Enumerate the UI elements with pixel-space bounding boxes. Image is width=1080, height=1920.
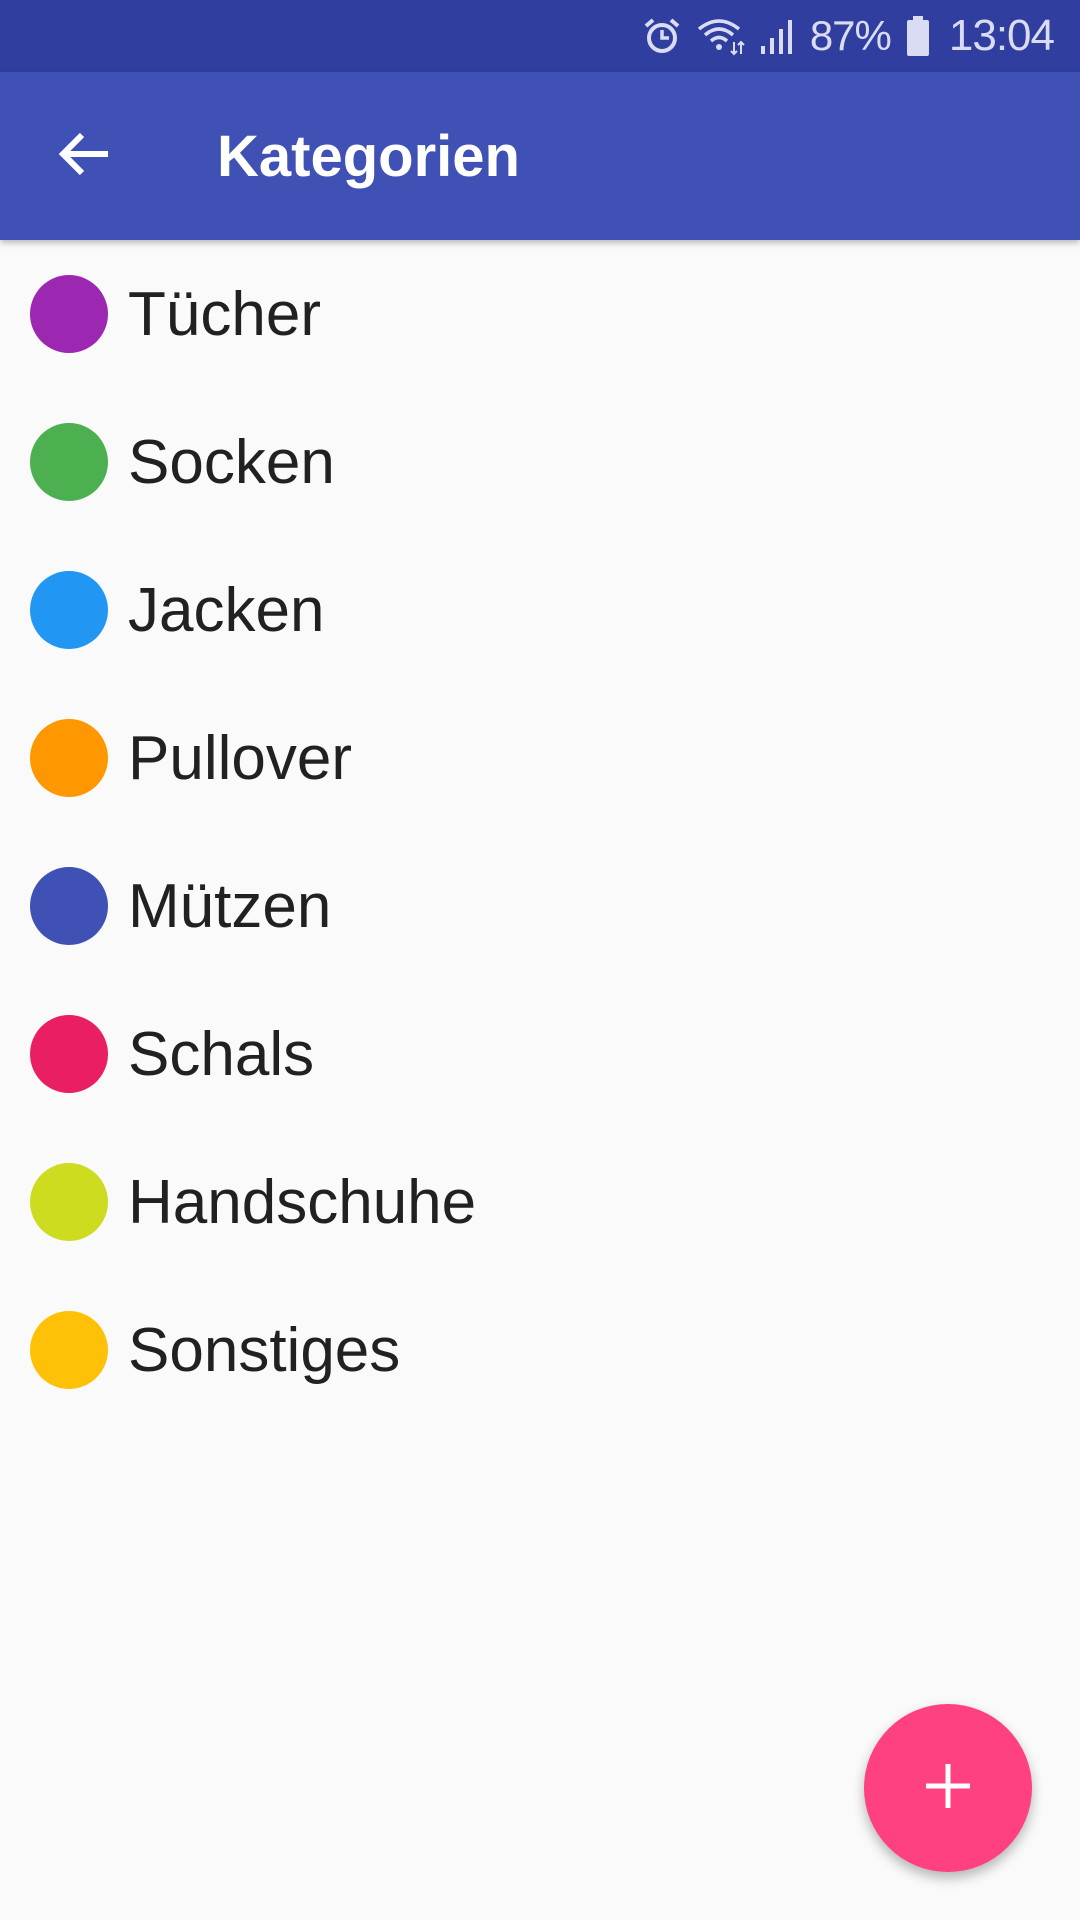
category-item-pullover[interactable]: Pullover [0, 684, 1080, 832]
category-label: Jacken [128, 575, 325, 645]
signal-icon [760, 16, 796, 56]
back-button[interactable] [40, 112, 128, 200]
arrow-back-icon [56, 130, 112, 183]
category-label: Tücher [128, 279, 321, 349]
category-item-socken[interactable]: Socken [0, 388, 1080, 536]
category-label: Handschuhe [128, 1167, 477, 1237]
add-category-button[interactable] [864, 1704, 1032, 1872]
status-bar: 87% 13:04 [0, 0, 1080, 72]
category-label: Socken [128, 427, 335, 497]
category-color-dot [30, 1311, 108, 1389]
category-color-dot [30, 1015, 108, 1093]
wifi-icon [696, 16, 746, 56]
category-color-dot [30, 1163, 108, 1241]
category-item-muetzen[interactable]: Mützen [0, 832, 1080, 980]
category-color-dot [30, 423, 108, 501]
category-label: Schals [128, 1019, 315, 1089]
battery-percent: 87% [809, 12, 892, 59]
category-color-dot [30, 719, 108, 797]
clock: 13:04 [948, 11, 1055, 60]
page-title: Kategorien [217, 123, 520, 189]
category-item-schals[interactable]: Schals [0, 980, 1080, 1128]
category-item-sonstiges[interactable]: Sonstiges [0, 1276, 1080, 1424]
app-bar: Kategorien [0, 72, 1080, 240]
battery-icon [905, 15, 931, 57]
category-item-jacken[interactable]: Jacken [0, 536, 1080, 684]
category-label: Pullover [128, 723, 352, 793]
category-color-dot [30, 571, 108, 649]
category-item-handschuhe[interactable]: Handschuhe [0, 1128, 1080, 1276]
category-label: Mützen [128, 871, 332, 941]
category-item-tuecher[interactable]: Tücher [0, 240, 1080, 388]
add-icon [924, 1762, 972, 1815]
category-label: Sonstiges [128, 1315, 401, 1385]
category-color-dot [30, 275, 108, 353]
category-color-dot [30, 867, 108, 945]
category-list: Tücher Socken Jacken Pullover Mützen Sch… [0, 240, 1080, 1424]
alarm-icon [642, 16, 682, 56]
